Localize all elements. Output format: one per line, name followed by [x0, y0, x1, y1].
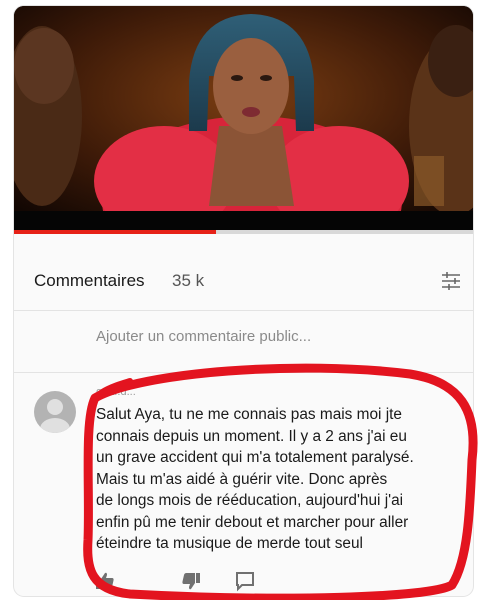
video-progress-fill	[14, 230, 216, 234]
comment-author[interactable]: o?af.d...	[96, 386, 136, 398]
video-player[interactable]	[14, 6, 473, 231]
comment-actions	[94, 570, 294, 596]
thumbs-down-icon[interactable]	[180, 570, 202, 592]
comments-title: Commentaires	[34, 271, 145, 290]
add-comment-input[interactable]: Ajouter un commentaire public...	[96, 328, 311, 345]
thumbs-up-icon[interactable]	[94, 570, 116, 592]
video-frame	[14, 6, 473, 231]
avatar[interactable]	[34, 391, 76, 433]
phone-screen: Commentaires 35 k Ajouter un commentaire…	[14, 6, 473, 596]
divider	[14, 310, 473, 311]
video-progress-bar[interactable]	[14, 230, 473, 234]
divider	[14, 372, 473, 373]
filter-sliders-icon[interactable]	[440, 270, 462, 292]
reply-comment-icon[interactable]	[234, 570, 256, 592]
comment-text: Salut Aya, tu ne me connais pas mais moi…	[96, 406, 414, 552]
comments-header: Commentaires 35 k	[14, 246, 473, 310]
comments-count: 35 k	[172, 271, 205, 290]
